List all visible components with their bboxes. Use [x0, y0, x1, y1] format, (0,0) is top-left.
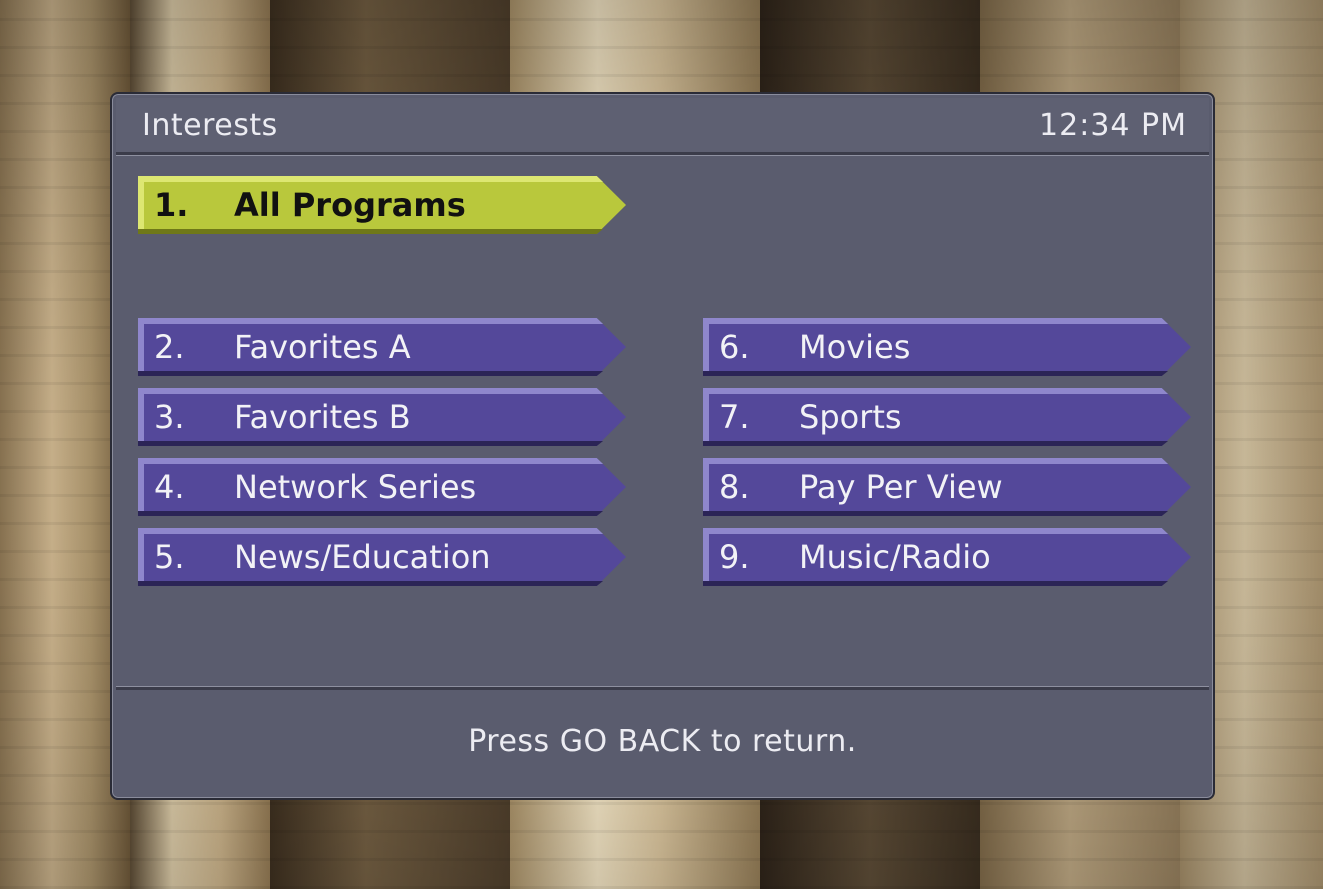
menu-item-label: Network Series [234, 468, 477, 506]
menu-item-number: 7. [719, 398, 750, 436]
menu-item-number: 9. [719, 538, 750, 576]
panel-footer: Press GO BACK to return. [116, 687, 1209, 794]
menu-item-label: Sports [799, 398, 902, 436]
menu-item-favorites-b[interactable]: 3. Favorites B [138, 388, 626, 446]
menu-item-all-programs[interactable]: 1. All Programs [138, 176, 626, 234]
menu-item-label: Music/Radio [799, 538, 991, 576]
page-title: Interests [142, 108, 278, 143]
menu-item-number: 6. [719, 328, 750, 366]
menu-item-label: Pay Per View [799, 468, 1003, 506]
menu-item-music-radio[interactable]: 9. Music/Radio [703, 528, 1191, 586]
panel-header: Interests 12:34 PM [116, 98, 1209, 155]
menu-item-label: All Programs [234, 186, 466, 224]
menu-item-label: Favorites A [234, 328, 411, 366]
interests-panel: Interests 12:34 PM 1. All Programs 2. Fa… [110, 92, 1215, 800]
menu-item-favorites-a[interactable]: 2. Favorites A [138, 318, 626, 376]
menu-item-label: News/Education [234, 538, 491, 576]
menu-area: 1. All Programs 2. Favorites A 3. Favori… [116, 158, 1209, 686]
menu-item-number: 8. [719, 468, 750, 506]
menu-item-label: Movies [799, 328, 911, 366]
help-message: Press GO BACK to return. [468, 724, 857, 759]
clock: 12:34 PM [1039, 108, 1187, 143]
menu-item-number: 5. [154, 538, 185, 576]
menu-item-number: 4. [154, 468, 185, 506]
menu-item-number: 3. [154, 398, 185, 436]
menu-item-sports[interactable]: 7. Sports [703, 388, 1191, 446]
menu-item-news-education[interactable]: 5. News/Education [138, 528, 626, 586]
menu-item-network-series[interactable]: 4. Network Series [138, 458, 626, 516]
menu-item-pay-per-view[interactable]: 8. Pay Per View [703, 458, 1191, 516]
menu-item-number: 1. [154, 186, 189, 224]
menu-item-movies[interactable]: 6. Movies [703, 318, 1191, 376]
menu-item-label: Favorites B [234, 398, 411, 436]
menu-item-number: 2. [154, 328, 185, 366]
